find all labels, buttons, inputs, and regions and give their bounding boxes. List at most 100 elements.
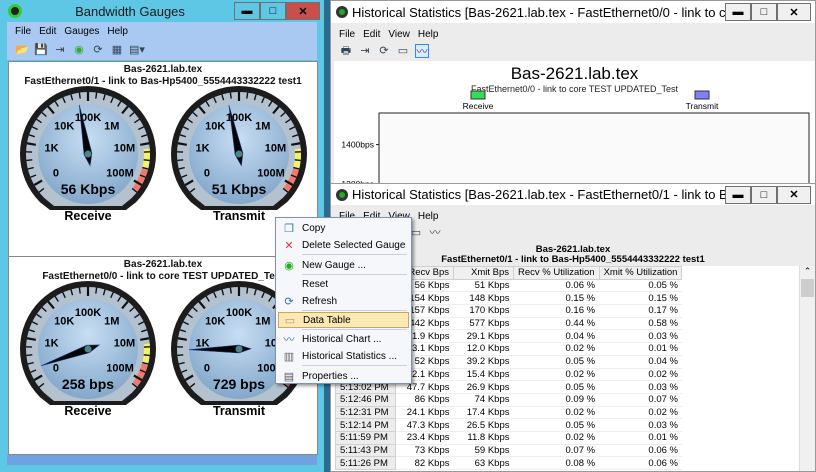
table-row[interactable]: 5:12:14 PM 47.3 Kbps 26.5 Kbps 0.05 % 0.03 %: [335, 418, 682, 432]
table-icon[interactable]: ▦: [110, 43, 124, 57]
gauge-transmit: 01K10K100K1M10M100M51 KbpsTransmit: [171, 86, 307, 223]
time-cell: 5:11:26 PM: [335, 456, 396, 470]
properties-icon[interactable]: ▤▾: [129, 43, 145, 57]
menu-item-label: Data Table: [303, 314, 351, 326]
menu-help[interactable]: Help: [418, 29, 439, 40]
vertical-scrollbar[interactable]: ⌃: [799, 266, 815, 471]
value-cell: 0.16 %: [513, 304, 600, 318]
gauge-tick: [78, 287, 81, 294]
export-icon[interactable]: ⇥: [53, 43, 67, 57]
value-cell: 0.09 %: [513, 393, 600, 407]
chart-view-icon[interactable]: 〰: [428, 226, 442, 240]
chart-view-icon[interactable]: 〰: [415, 44, 429, 58]
gauge-tick: [177, 142, 187, 146]
menu-item-copy[interactable]: ❐ Copy: [278, 220, 409, 236]
minimize-button[interactable]: ▬: [234, 2, 260, 20]
table-view-icon[interactable]: ▭: [396, 44, 410, 58]
menu-item-label: Historical Statistics ...: [302, 350, 398, 362]
gauge-tick: [294, 159, 301, 162]
gauge-scale-label: 1M: [104, 121, 119, 133]
y-tick-label: 1400bps: [341, 140, 374, 150]
value-cell: 24.1 Kbps: [395, 406, 454, 420]
refresh-icon[interactable]: ⟳: [91, 43, 105, 57]
table-row[interactable]: 5:11:59 PM 23.4 Kbps 11.8 Kbps 0.02 % 0.01 %: [335, 430, 682, 445]
gauge-tick: [229, 287, 232, 294]
menu-item-properties[interactable]: ▤ Properties ...: [278, 368, 409, 384]
window-title: Bandwidth Gauges: [75, 3, 185, 19]
menu-help[interactable]: Help: [107, 26, 128, 37]
new-gauge-icon[interactable]: ◉: [72, 43, 86, 57]
value-cell: 23.4 Kbps: [395, 431, 454, 445]
bar-chart: ReceiveTransmit1400bps1200bps1000bps: [341, 90, 810, 185]
gauge-panel-2[interactable]: Bas-2621.lab.tex FastEthernet0/0 - link …: [8, 256, 318, 455]
table-row[interactable]: 5:11:43 PM 73 Kbps 59 Kbps 0.07 % 0.06 %: [335, 443, 682, 458]
value-cell: 0.03 %: [599, 418, 682, 432]
app-icon: [336, 188, 348, 201]
maximize-button[interactable]: □: [260, 2, 286, 20]
open-icon[interactable]: 📂: [15, 43, 29, 57]
table-row[interactable]: 5:12:46 PM 86 Kbps 74 Kbps 0.09 % 0.07 %: [335, 392, 682, 407]
gauge-scale-label: 10K: [54, 121, 74, 133]
table-row[interactable]: 5:11:26 PM 82 Kbps 63 Kbps 0.08 % 0.06 %: [335, 456, 682, 470]
menu-item-historical-statistics[interactable]: ▥ Historical Statistics ...: [278, 348, 409, 364]
close-button[interactable]: ✕: [777, 3, 811, 21]
menu-file[interactable]: File: [339, 29, 355, 40]
gauge-value: 729 bps: [213, 376, 265, 392]
column-header[interactable]: Recv % Utilization: [513, 266, 600, 280]
gauge-scale-label: 100M: [106, 363, 134, 375]
title-bar[interactable]: Historical Statistics [Bas-2621.lab.tex …: [331, 184, 815, 205]
maximize-button[interactable]: □: [751, 3, 777, 21]
maximize-button[interactable]: □: [751, 185, 777, 204]
menu-view[interactable]: View: [388, 29, 410, 40]
gauge-hub: [235, 150, 243, 158]
refresh-icon[interactable]: ⟳: [377, 44, 391, 58]
time-cell: 5:12:31 PM: [335, 405, 396, 420]
gauge-scale-label: 10K: [54, 316, 74, 328]
column-header[interactable]: Xmit Bps: [453, 266, 514, 280]
menu-item-reset[interactable]: Reset: [278, 276, 409, 292]
save-icon[interactable]: 💾: [34, 43, 48, 57]
menu-item-delete-selected-gauge[interactable]: ✕ Delete Selected Gauge: [278, 237, 409, 253]
menu-item-label: New Gauge ...: [302, 259, 366, 271]
menu-edit[interactable]: Edit: [39, 26, 56, 37]
title-bar[interactable]: Bandwidth Gauges ▬ □ ✕: [0, 0, 324, 22]
historical-chart-window: Historical Statistics [Bas-2621.lab.tex …: [330, 0, 816, 186]
scroll-up-icon[interactable]: ⌃: [800, 266, 815, 277]
close-button[interactable]: ✕: [777, 185, 811, 204]
column-header[interactable]: Xmit % Utilization: [598, 266, 683, 280]
table-icon: ▭: [284, 314, 296, 327]
menu-item-refresh[interactable]: ⟳ Refresh: [278, 293, 409, 309]
table-row[interactable]: 5:12:31 PM 24.1 Kbps 17.4 Kbps 0.02 % 0.02 %: [335, 405, 682, 420]
menu-bar: File Edit View Help: [331, 26, 438, 42]
gauge-panel-1[interactable]: Bas-2621.lab.tex FastEthernet0/1 - link …: [8, 61, 318, 257]
gauge-value: 258 bps: [62, 376, 114, 392]
menu-item-data-table[interactable]: ▭ Data Table: [278, 312, 409, 328]
menu-item-new-gauge[interactable]: ◉ New Gauge ...: [278, 257, 409, 273]
legend-label: Transmit: [686, 101, 719, 111]
menu-separator: [302, 274, 407, 275]
scroll-thumb[interactable]: [801, 279, 814, 297]
title-bar[interactable]: Historical Statistics [Bas-2621.lab.tex …: [331, 1, 815, 23]
menu-help[interactable]: Help: [418, 211, 439, 222]
toolbar: 📂 💾 ⇥ ◉ ⟳ ▦ ▤▾: [7, 40, 317, 60]
delete-icon: ✕: [284, 239, 294, 252]
value-cell: 0.05 %: [513, 418, 600, 432]
plot-frame: [378, 112, 810, 185]
value-cell: 0.08 %: [513, 456, 600, 470]
menu-gauges[interactable]: Gauges: [64, 26, 99, 37]
gauge-scale-label: 100M: [257, 168, 285, 180]
window-title: Historical Statistics [Bas-2621.lab.tex …: [352, 187, 725, 202]
menu-file[interactable]: File: [15, 26, 31, 37]
minimize-button[interactable]: ▬: [725, 185, 751, 204]
close-button[interactable]: ✕: [286, 2, 320, 20]
value-cell: 0.44 %: [513, 317, 600, 331]
export-icon[interactable]: ⇥: [358, 44, 372, 58]
print-icon[interactable]: 🖶: [339, 44, 353, 58]
menu-item-historical-chart[interactable]: 〰 Historical Chart ...: [278, 331, 409, 347]
value-cell: 0.07 %: [513, 444, 600, 458]
menu-item-label: Properties ...: [302, 370, 359, 382]
minimize-button[interactable]: ▬: [725, 3, 751, 21]
time-cell: 5:11:59 PM: [335, 430, 396, 445]
value-cell: 0.02 %: [513, 368, 600, 382]
menu-edit[interactable]: Edit: [363, 29, 380, 40]
